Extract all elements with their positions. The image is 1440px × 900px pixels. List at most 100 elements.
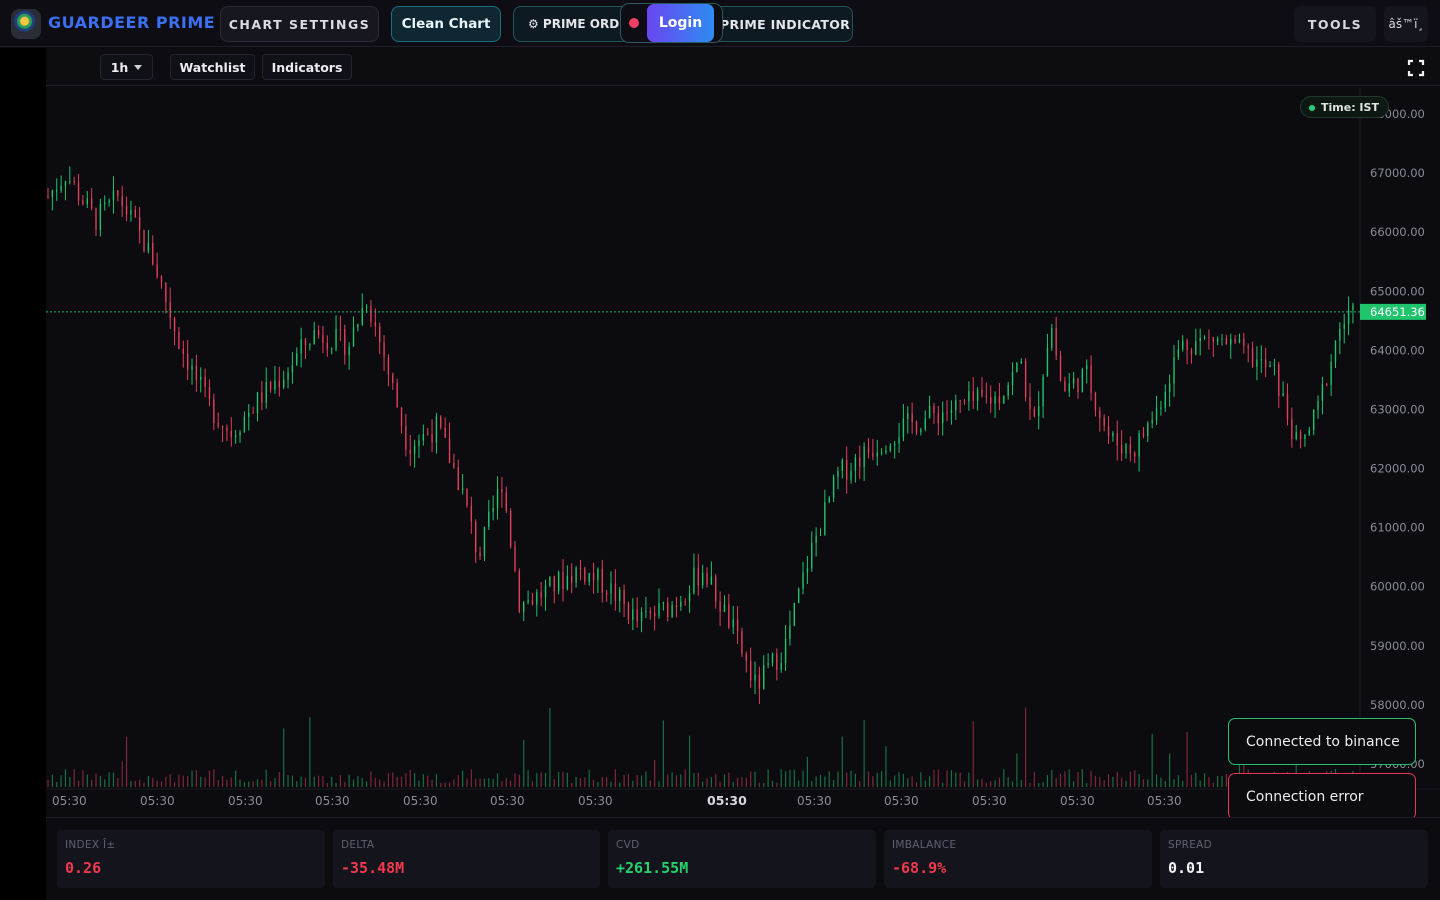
volume-bar bbox=[1134, 770, 1136, 787]
candle-body bbox=[86, 198, 88, 205]
volume-bar bbox=[579, 778, 582, 787]
candle-body bbox=[1216, 338, 1219, 342]
volume-bar bbox=[784, 771, 787, 787]
candle-body bbox=[1138, 433, 1140, 457]
volume-bar bbox=[920, 772, 922, 787]
candle-body bbox=[378, 326, 381, 343]
volume-bar bbox=[1003, 769, 1005, 787]
tools-button[interactable]: TOOLS bbox=[1294, 6, 1376, 42]
price-chart[interactable]: 57000.0058000.0059000.0060000.0061000.00… bbox=[46, 87, 1440, 817]
volume-bar bbox=[667, 774, 669, 787]
volume-bar bbox=[898, 772, 900, 787]
volume-bar bbox=[217, 780, 219, 787]
candle-body bbox=[234, 435, 237, 438]
candle-body bbox=[1142, 433, 1145, 437]
volume-bar bbox=[859, 781, 861, 787]
live-dot-icon bbox=[1309, 105, 1315, 111]
toast-connected[interactable]: Connected to binance bbox=[1228, 718, 1416, 765]
volume-bar bbox=[1221, 775, 1223, 787]
candle-body bbox=[697, 567, 699, 586]
volume-bar bbox=[252, 781, 254, 787]
candle-body bbox=[1195, 341, 1197, 355]
volume-bar bbox=[265, 769, 267, 787]
candle-body bbox=[889, 445, 892, 451]
volume-bar bbox=[793, 769, 795, 787]
candle-body bbox=[649, 611, 651, 613]
candle-body bbox=[893, 443, 896, 446]
candle-body bbox=[549, 576, 551, 586]
watchlist-button[interactable]: Watchlist bbox=[170, 54, 255, 80]
volume-bar bbox=[235, 770, 237, 787]
volume-bar bbox=[745, 778, 747, 787]
logo-icon[interactable] bbox=[12, 10, 40, 38]
candle-body bbox=[880, 452, 883, 454]
volume-bar bbox=[313, 776, 315, 787]
volume-bar bbox=[287, 775, 289, 787]
volume-bar bbox=[248, 781, 250, 787]
chart-settings-button[interactable]: CHART SETTINGS bbox=[220, 6, 379, 42]
timezone-badge[interactable]: Time: IST bbox=[1300, 96, 1389, 118]
volume-bar bbox=[348, 774, 350, 787]
volume-bar bbox=[431, 779, 433, 787]
candle-body bbox=[514, 546, 516, 571]
candle-body bbox=[1308, 429, 1311, 435]
x-tick-label: 05:30 bbox=[403, 794, 438, 808]
volume-bar bbox=[955, 772, 957, 787]
candle-body bbox=[553, 576, 555, 592]
volume-bar bbox=[51, 774, 53, 787]
x-tick-label: 05:30 bbox=[972, 794, 1007, 808]
fullscreen-icon[interactable] bbox=[1404, 56, 1428, 80]
indicators-button[interactable]: Indicators bbox=[262, 54, 352, 80]
candle-body bbox=[1051, 328, 1053, 348]
candle-body bbox=[95, 208, 97, 230]
last-price-label: 64651.36 bbox=[1370, 305, 1425, 319]
volume-bar bbox=[300, 776, 302, 787]
settings-menu-button[interactable]: âš™ï¸ bbox=[1384, 6, 1428, 42]
candle-body bbox=[426, 433, 429, 435]
candle-body bbox=[370, 306, 372, 323]
candle-body bbox=[1103, 417, 1105, 427]
volume-bar bbox=[601, 776, 603, 787]
candle-body bbox=[125, 205, 128, 215]
clean-chart-button[interactable]: Clean Chart bbox=[391, 6, 501, 42]
candlestick-chart-svg[interactable]: 57000.0058000.0059000.0060000.0061000.00… bbox=[46, 87, 1440, 817]
candle-body bbox=[736, 619, 739, 632]
volume-bar bbox=[697, 772, 699, 787]
prime-indicator-label[interactable]: PRIME INDICATOR bbox=[720, 17, 850, 32]
volume-bar bbox=[422, 774, 424, 787]
candle-body bbox=[1007, 384, 1009, 396]
volume-bar bbox=[544, 772, 547, 787]
volume-bar bbox=[824, 776, 826, 787]
toast-connection-error[interactable]: Connection error bbox=[1228, 773, 1416, 820]
volume-bar bbox=[1025, 707, 1027, 787]
candle-body bbox=[1011, 371, 1014, 385]
volume-bar bbox=[339, 775, 342, 787]
candle-body bbox=[226, 427, 228, 431]
volume-bar bbox=[274, 778, 276, 787]
brand-name[interactable]: GUARDEER PRIME bbox=[48, 13, 215, 32]
candle-body bbox=[1055, 328, 1057, 356]
candle-body bbox=[667, 602, 669, 618]
candle-body bbox=[531, 600, 534, 605]
volume-bar bbox=[1016, 753, 1018, 787]
volume-bar bbox=[147, 776, 149, 787]
volume-bar bbox=[165, 776, 167, 787]
candle-body bbox=[1286, 393, 1289, 420]
candle-body bbox=[832, 476, 835, 498]
candle-body bbox=[77, 182, 80, 201]
volume-bar bbox=[763, 782, 765, 787]
interval-select[interactable]: 1h bbox=[100, 54, 153, 80]
candle-body bbox=[784, 638, 787, 663]
volume-bar bbox=[1077, 771, 1079, 787]
volume-bar bbox=[671, 772, 673, 787]
x-tick-label: 05:30 bbox=[884, 794, 919, 808]
volume-bar bbox=[200, 776, 202, 787]
volume-bar bbox=[56, 781, 58, 787]
left-sidebar-strip bbox=[0, 48, 46, 900]
volume-bar bbox=[221, 775, 224, 787]
volume-bar bbox=[933, 770, 935, 787]
login-button[interactable]: Login bbox=[647, 4, 714, 42]
volume-bar bbox=[846, 772, 848, 787]
volume-bar bbox=[440, 782, 442, 787]
volume-bar bbox=[1169, 753, 1171, 787]
